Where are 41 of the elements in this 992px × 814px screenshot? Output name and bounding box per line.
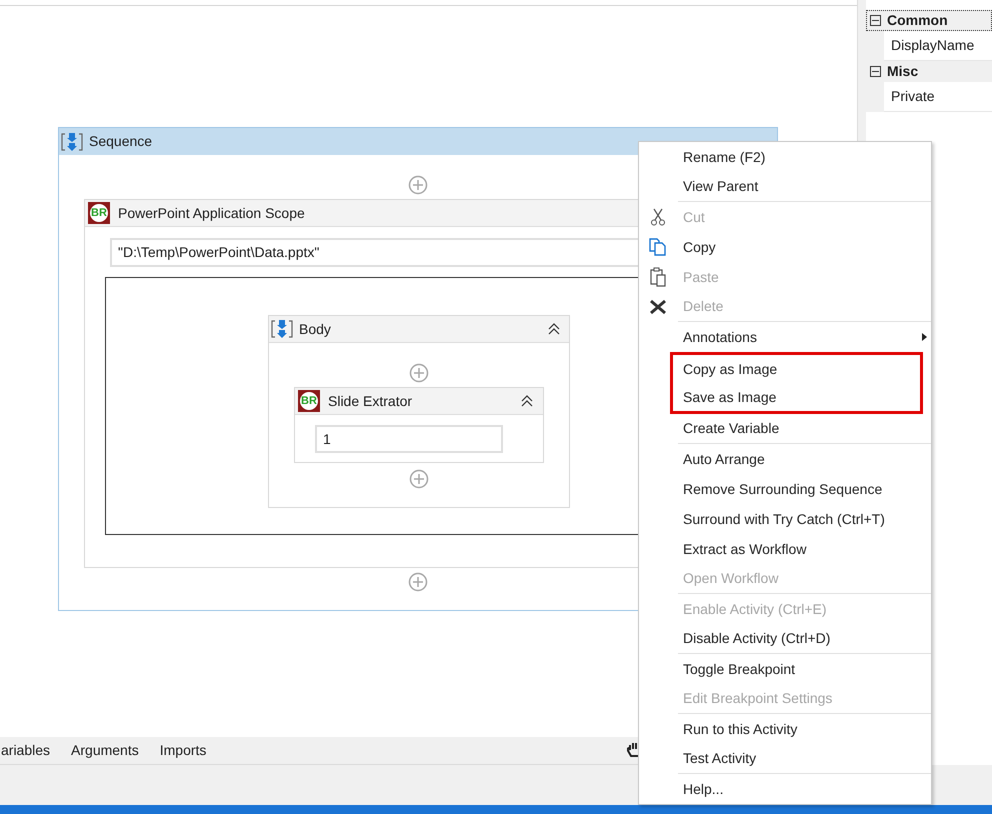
menu-item[interactable]: Extract as Workflow — [683, 538, 806, 560]
menu-item[interactable]: Auto Arrange — [683, 448, 765, 470]
sequence-icon — [271, 319, 293, 339]
slide-number-field[interactable]: 1 — [315, 425, 503, 453]
menu-item[interactable]: Create Variable — [683, 418, 780, 439]
submenu-arrow-icon — [922, 333, 927, 341]
collapse-toggle-icon[interactable] — [870, 66, 881, 77]
property-group-title: Common — [887, 11, 948, 30]
menu-item[interactable]: Surround with Try Catch (Ctrl+T) — [683, 508, 885, 530]
property-group-header[interactable]: Common — [866, 10, 992, 31]
sequence-title: Sequence — [89, 132, 152, 151]
activity-logo-badge: BR — [298, 390, 320, 412]
property-name: DisplayName — [891, 36, 974, 55]
activity-logo-badge: BR — [88, 202, 110, 224]
activity-title: Slide Extrator — [328, 392, 414, 410]
collapse-icon[interactable] — [520, 395, 534, 407]
property-group-header[interactable]: Misc — [866, 61, 992, 82]
menu-item[interactable]: Toggle Breakpoint — [683, 658, 796, 680]
menu-item[interactable]: Disable Activity (Ctrl+D) — [683, 628, 830, 649]
clipboard-icon — [649, 267, 667, 287]
close-icon — [649, 298, 667, 314]
activity-title: PowerPoint Application Scope — [118, 204, 305, 223]
menu-item[interactable]: Help... — [683, 778, 724, 800]
menu-item[interactable]: View Parent — [683, 176, 758, 197]
collapse-icon[interactable] — [547, 323, 561, 335]
property-group-title: Misc — [887, 62, 918, 81]
menu-item[interactable]: Rename (F2) — [683, 146, 766, 168]
panel-tab[interactable]: Imports — [160, 740, 206, 761]
menu-item[interactable]: Annotations — [683, 326, 757, 348]
menu-item[interactable]: Run to this Activity — [683, 718, 798, 740]
body-title: Body — [299, 320, 332, 339]
menu-item[interactable]: Remove Surrounding Sequence — [683, 478, 882, 500]
property-name: Private — [891, 87, 935, 106]
menu-item[interactable]: Test Activity — [683, 748, 756, 769]
copy-icon — [649, 238, 667, 256]
scissors-icon — [649, 208, 667, 226]
panel-tab[interactable]: ariables — [1, 740, 50, 761]
sequence-icon — [61, 132, 83, 152]
panel-tab[interactable]: Arguments — [71, 740, 139, 761]
collapse-toggle-icon[interactable] — [870, 15, 881, 26]
menu-item[interactable]: Copy — [683, 236, 716, 258]
